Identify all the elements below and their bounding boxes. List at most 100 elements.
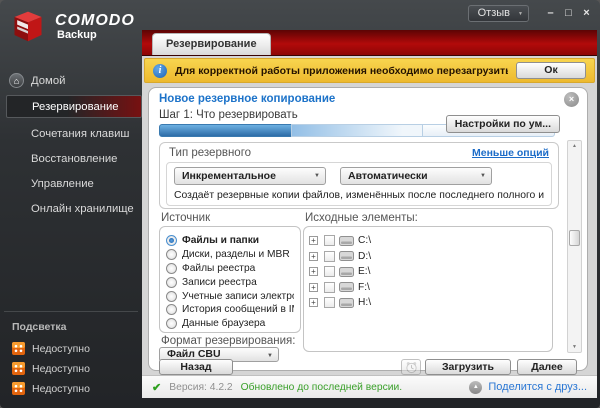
sidebar-item-label: Домой [31,74,66,87]
brand-name: COMODO [55,11,135,29]
sidebar-item[interactable]: ⌂ Домой [0,68,142,93]
sidebar-item-label: Управление [31,177,94,190]
expand-plus-icon[interactable] [309,251,318,261]
source-option-label: Записи реестра [182,276,257,288]
highlight-title: Подсветка [12,321,67,333]
radio-icon[interactable] [166,276,177,288]
radio-icon[interactable] [166,249,177,261]
format-label: Формат резервирования: [161,335,296,347]
source-option-label: Диски, разделы и MBR [182,249,290,261]
feedback-button[interactable]: Отзыв ▼ [467,5,529,22]
source-option[interactable]: Записи реестра [166,275,294,289]
highlight-row[interactable]: Недоступно [0,362,142,382]
home-icon [9,201,24,216]
back-button[interactable]: Назад [159,359,233,375]
source-option[interactable]: Учетные записи электронн... [166,289,294,303]
tree-node[interactable]: F:\ [309,280,547,296]
highlight-icon [12,342,25,355]
highlight-row[interactable]: Недоступно [0,342,142,362]
source-option[interactable]: Файлы и папки [166,234,294,248]
sidebar-item[interactable]: Управление [0,171,142,196]
expand-plus-icon[interactable] [309,236,318,246]
radio-icon[interactable] [166,262,177,274]
source-option-label: Учетные записи электронн... [182,290,294,302]
expand-plus-icon[interactable] [309,282,318,292]
tree-node-label: D:\ [358,250,372,262]
drive-icon [339,235,354,246]
source-option[interactable]: История сообщений в IM [166,303,294,317]
less-options-link[interactable]: Меньше опций [472,147,549,159]
drive-icon [339,266,354,277]
minimize-button[interactable]: – [545,7,556,20]
notification-bar: i Для корректной работы приложения необх… [144,58,595,83]
highlight-row[interactable]: Недоступно [0,382,142,402]
source-option-label: Файлы и папки [182,235,260,247]
source-option[interactable]: Файлы реестра [166,262,294,276]
highlight-status: Недоступно [32,342,90,355]
schedule-select[interactable]: Автоматически ▼ [340,167,492,185]
sidebar-item[interactable]: Восстановление [0,146,142,171]
highlight-status: Недоступно [32,382,90,395]
load-script-button[interactable]: Загрузить скрипт [425,359,511,387]
share-link[interactable]: Поделится с друз... [488,381,587,393]
highlight-list: Недоступно Недоступно Недоступно [0,342,142,402]
radio-icon[interactable] [166,318,177,330]
backup-type-select[interactable]: Инкрементальное ▼ [174,167,326,185]
sidebar-item[interactable]: Онлайн хранилище [0,196,142,221]
update-status: Обновлено до последней версии. [240,381,403,393]
tree-checkbox[interactable] [324,235,335,247]
tree-node[interactable]: E:\ [309,264,547,280]
step-segment [159,124,292,137]
chevron-down-icon: ▼ [480,173,486,179]
tab-backup[interactable]: Резервирование [152,33,271,55]
home-icon [9,126,24,141]
tree-node[interactable]: H:\ [309,295,547,311]
titlebar-menu: Отзыв ▼ – □ × [446,5,592,22]
backup-type-inner: Инкрементальное ▼ Автоматически ▼ Создаё… [166,162,552,206]
app-logo: COMODO Backup [10,7,135,45]
scrollbar-thumb[interactable] [569,229,580,246]
sidebar-item[interactable]: Сочетания клавиш [0,121,142,146]
sidebar-item[interactable]: Резервирование [6,95,142,118]
home-icon [9,176,24,191]
backup-type-description: Создаёт резервные копии файлов, изменённ… [174,190,544,201]
source-option[interactable]: Диски, разделы и MBR [166,248,294,262]
product-name: Backup [57,28,97,41]
radio-icon[interactable] [166,290,177,302]
radio-icon[interactable] [166,304,177,316]
schedule-value: Автоматически [348,170,428,182]
source-items-tree: C:\ D:\ [303,226,553,352]
scroll-up-icon[interactable]: ▲ [568,141,581,151]
maximize-button[interactable]: □ [563,7,574,20]
panel-close-icon[interactable]: × [564,92,579,107]
tree-node-label: H:\ [358,297,372,309]
expand-plus-icon[interactable] [309,267,318,277]
scroll-down-icon[interactable]: ▼ [568,342,581,352]
sidebar-divider [4,311,138,312]
source-options-box: Файлы и папки Диски, разделы и MBR Файлы… [159,226,301,333]
next-button[interactable]: Далее [517,359,577,375]
tree-node-label: F:\ [358,281,370,293]
tree-title: Исходные элементы: [305,212,418,224]
expand-plus-icon[interactable] [309,298,318,308]
default-settings-button[interactable]: Настройки по ум... [445,115,560,133]
tree-checkbox[interactable] [324,250,335,262]
chevron-down-icon: ▼ [267,353,273,359]
tree-node-label: C:\ [358,235,372,247]
source-option[interactable]: Данные браузера [166,317,294,331]
tree-node[interactable]: C:\ [309,233,547,249]
panel-scrollbar[interactable]: ▲ ▼ [567,140,582,353]
status-bar: ✔ Версия: 4.2.2 Обновлено до последней в… [142,375,597,398]
schedule-clock-button[interactable] [401,359,421,375]
tree-checkbox[interactable] [324,266,335,278]
ok-button[interactable]: Ок [516,62,586,79]
clock-icon [405,361,417,373]
radio-icon[interactable] [166,235,177,247]
source-option-label: История сообщений в IM [182,304,294,316]
close-button[interactable]: × [581,7,592,20]
drive-icon [339,282,354,293]
tree-checkbox[interactable] [324,281,335,293]
comodo-cube-icon [14,11,42,42]
tree-node[interactable]: D:\ [309,249,547,265]
tree-checkbox[interactable] [324,297,335,309]
